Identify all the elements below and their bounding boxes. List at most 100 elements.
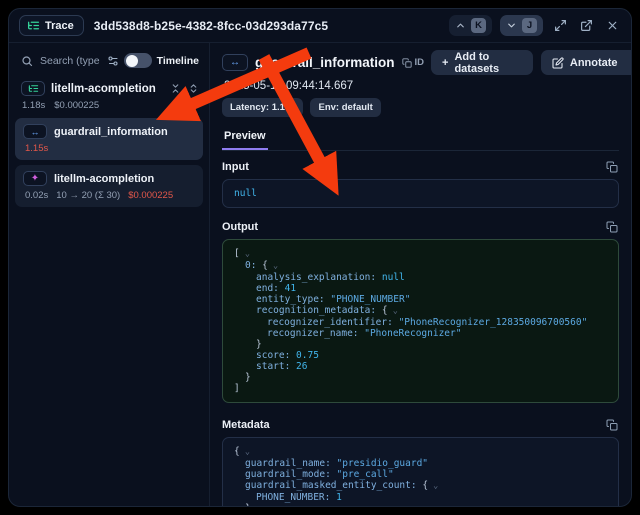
json-token: "PhoneRecognizer_128350096700560" [399,317,588,328]
copy-input-button[interactable] [605,160,619,174]
item-cost: $0.000225 [128,190,173,201]
copy-id-button[interactable]: ID [402,57,425,68]
edit-pencil-icon [552,57,564,69]
trace-type-badge: Trace [19,15,84,36]
trace-tree-sidebar: Timeline litellm-acompletion 1.18s $0.00… [9,43,210,506]
span-type-icon: ↔ [222,54,248,71]
span-detail-panel: ↔ guardrail_information ID + Add to data… [210,43,631,506]
root-cost: $0.000225 [54,100,99,111]
input-json-viewer: null [222,179,619,208]
collapse-toggle-icon[interactable]: ⌄ [388,306,398,316]
close-button[interactable] [603,17,621,35]
metadata-json-viewer: { ⌄guardrail_name: "presidio_guard"guard… [222,437,619,507]
top-bar: Trace 3dd538d8-b25e-4382-8fcc-03d293da77… [9,9,631,43]
plus-icon: + [442,57,448,69]
generation-type-icon: ✦ [23,171,47,186]
json-token: end: [256,283,285,294]
next-trace-button[interactable]: J [500,15,543,36]
json-token: recognizer_identifier: [267,317,399,328]
json-token: PHONE_NUMBER: [256,492,336,503]
json-token: 1 [336,492,342,503]
tree-root-item[interactable]: litellm-acompletion [15,75,203,97]
external-link-icon [580,19,593,32]
json-token: start: [256,361,296,372]
json-token: score: [256,350,296,361]
json-token: 0: [245,260,262,271]
keycap-j: J [522,18,537,33]
open-external-button[interactable] [577,17,595,35]
keycap-k: K [471,18,486,33]
detail-tabs: Preview [222,125,619,151]
close-icon [606,19,619,32]
tree-root-label: litellm-acompletion [51,83,164,95]
env-badge: Env: default [310,98,380,117]
generation-sparkle-icon: ✦ [31,173,39,184]
annotate-button[interactable]: Annotate [541,50,629,75]
json-token: "PHONE_NUMBER" [330,294,410,305]
trace-root-icon [21,81,45,96]
toggle-knob [126,55,138,67]
collapse-toggle-icon[interactable]: ⌄ [240,447,250,457]
id-label: ID [415,57,425,68]
json-token: guardrail_masked_entity_count: [245,480,422,491]
collapse-toggle-icon[interactable]: ⌄ [268,261,278,271]
trace-id: 3dd538d8-b25e-4382-8fcc-03d293da77c5 [94,19,328,33]
search-icon [21,55,33,67]
json-token: "pre_call" [337,469,394,480]
expand-all-icon[interactable] [188,83,199,94]
trace-detail-window: Trace 3dd538d8-b25e-4382-8fcc-03d293da77… [8,8,632,507]
add-to-datasets-button[interactable]: + Add to datasets [431,50,533,75]
json-token: 0.75 [296,350,319,361]
json-token: 26 [296,361,307,372]
expand-fullscreen-button[interactable] [551,17,569,35]
filter-settings-icon[interactable] [107,55,119,67]
json-token: recognition_metadata: [256,305,382,316]
span-arrow-icon: ↔ [230,57,240,68]
input-section-title: Input [222,161,249,173]
chevron-down-icon [506,20,517,31]
json-token: "PhoneRecognizer" [364,328,461,339]
json-token: entity_type: [256,294,330,305]
root-latency: 1.18s [22,100,45,111]
tree-item-label: guardrail_information [54,126,168,138]
collapse-toggle-icon[interactable]: ⌄ [240,249,250,259]
json-token: } [245,503,251,507]
tab-preview[interactable]: Preview [222,125,268,150]
output-json-viewer: [ ⌄0: { ⌄analysis_explanation: nullend: … [222,239,619,403]
collapse-all-icon[interactable] [170,83,181,94]
copy-icon [606,221,618,233]
collapse-toggle-icon[interactable]: ⌄ [428,481,438,491]
add-to-datasets-label: Add to datasets [454,51,521,75]
metadata-section-title: Metadata [222,419,270,431]
latency-badge: Latency: 1.15s [222,98,303,117]
list-tree-icon [28,83,39,94]
annotate-dropdown-button[interactable] [629,50,632,75]
json-token: } [245,372,251,383]
item-latency: 0.02s [25,190,48,201]
annotate-label: Annotate [570,57,618,69]
tree-item-label: litellm-acompletion [54,173,154,185]
search-input[interactable] [38,54,102,68]
list-tree-icon [27,19,40,32]
copy-output-button[interactable] [605,220,619,234]
copy-icon [402,58,412,68]
json-token: "presidio_guard" [337,458,429,469]
json-token: 41 [285,283,296,294]
output-section-title: Output [222,221,258,233]
prev-trace-button[interactable]: K [449,15,492,36]
timeline-toggle[interactable] [124,53,152,68]
json-token: ] [234,383,240,394]
item-tokens: 10 → 20 (Σ 30) [56,190,120,201]
copy-icon [606,419,618,431]
tree-item-guardrail-information[interactable]: ↔ guardrail_information 1.15s [15,118,203,160]
json-token: guardrail_name: [245,458,337,469]
input-null-value: null [234,188,257,199]
span-timestamp: 2025-05-16 09:44:14.667 [222,75,619,92]
copy-metadata-button[interactable] [605,418,619,432]
json-token: null [382,272,405,283]
tree-item-litellm-acompletion[interactable]: ✦ litellm-acompletion 0.02s 10 → 20 (Σ 3… [15,165,203,207]
annotate-split-button: Annotate [541,50,632,75]
json-token: guardrail_mode: [245,469,337,480]
copy-icon [606,161,618,173]
json-token: analysis_explanation: [256,272,382,283]
